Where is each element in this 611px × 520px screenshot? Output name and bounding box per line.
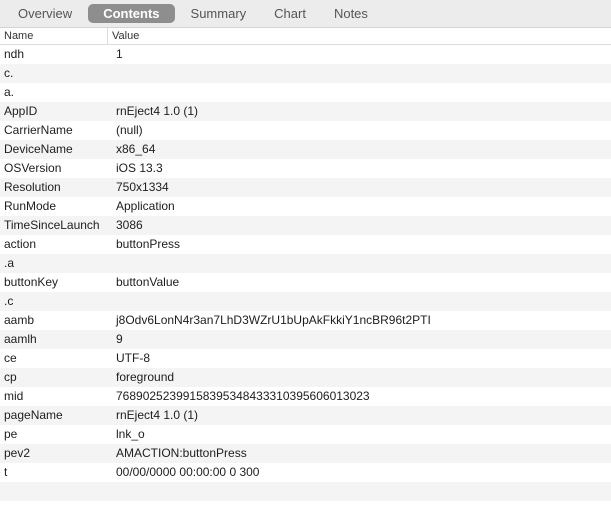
row-value-cell: buttonPress xyxy=(116,237,181,251)
table-row[interactable]: action buttonPress xyxy=(0,235,611,254)
row-value-cell: 750x1334 xyxy=(116,180,169,194)
row-value-cell: foreground xyxy=(116,370,175,384)
row-value-cell: 1 xyxy=(116,47,123,61)
tab-notes[interactable]: Notes xyxy=(322,4,380,23)
row-value-cell: (null) xyxy=(116,123,143,137)
table-row[interactable]: CarrierName (null) xyxy=(0,121,611,140)
table-row[interactable] xyxy=(0,482,611,501)
row-value-cell: lnk_o xyxy=(116,427,145,441)
row-value-cell: AMACTION:buttonPress xyxy=(116,446,247,460)
table-row[interactable]: .c xyxy=(0,292,611,311)
column-header-value[interactable]: Value xyxy=(108,28,611,44)
row-name-cell: RunMode xyxy=(4,199,57,213)
table-row[interactable]: pageName rnEject4 1.0 (1) xyxy=(0,406,611,425)
row-name-cell: .c xyxy=(4,294,14,308)
table-row[interactable]: a. xyxy=(0,83,611,102)
row-name-cell: a. xyxy=(4,85,15,99)
contents-table: ndh 1 c. a. AppID rnEject4 1.0 (1) CarrierName… xyxy=(0,45,611,520)
row-value-cell xyxy=(112,482,611,501)
row-value-cell: iOS 13.3 xyxy=(116,161,163,175)
table-header: Name Value xyxy=(0,28,611,45)
table-row[interactable]: OSVersion iOS 13.3 xyxy=(0,159,611,178)
row-name-cell: aamb xyxy=(4,313,35,327)
row-value-cell: 76890252399158395348433310395606013023 xyxy=(116,389,370,403)
table-row[interactable]: mid 7689025239915839534843331039560601302… xyxy=(0,387,611,406)
table-row[interactable]: RunMode Application xyxy=(0,197,611,216)
table-row[interactable]: ndh 1 xyxy=(0,45,611,64)
row-name-cell: mid xyxy=(4,389,24,403)
row-name-cell xyxy=(0,482,112,501)
row-value-cell: rnEject4 1.0 (1) xyxy=(116,408,199,422)
row-value-cell xyxy=(112,254,611,273)
row-name-cell: TimeSinceLaunch xyxy=(4,218,100,232)
tab-bar: Overview Contents Summary Chart Notes xyxy=(0,0,611,28)
row-name-cell: Resolution xyxy=(4,180,61,194)
row-value-cell xyxy=(112,64,611,83)
row-value-cell: rnEject4 1.0 (1) xyxy=(116,104,199,118)
table-row[interactable]: cp foreground xyxy=(0,368,611,387)
row-name-cell: c. xyxy=(4,66,14,80)
row-name-cell: .a xyxy=(4,256,15,270)
row-name-cell: pev2 xyxy=(4,446,31,460)
row-name-cell: pe xyxy=(4,427,18,441)
row-value-cell: Application xyxy=(116,199,175,213)
row-name-cell: ce xyxy=(4,351,17,365)
row-value-cell: UTF-8 xyxy=(116,351,150,365)
table-row[interactable]: AppID rnEject4 1.0 (1) xyxy=(0,102,611,121)
row-value-cell xyxy=(112,83,611,102)
row-name-cell: aamlh xyxy=(4,332,37,346)
table-row[interactable] xyxy=(0,501,611,520)
row-value-cell: 00/00/0000 00:00:00 0 300 xyxy=(116,465,260,479)
table-row[interactable]: .a xyxy=(0,254,611,273)
row-value-cell xyxy=(112,292,611,311)
row-value-cell: 3086 xyxy=(116,218,143,232)
row-name-cell: AppID xyxy=(4,104,38,118)
row-name-cell: pageName xyxy=(4,408,63,422)
table-row[interactable]: pev2 AMACTION:buttonPress xyxy=(0,444,611,463)
table-row[interactable]: Resolution 750x1334 xyxy=(0,178,611,197)
table-row[interactable]: TimeSinceLaunch 3086 xyxy=(0,216,611,235)
table-row[interactable]: c. xyxy=(0,64,611,83)
row-name-cell: t xyxy=(4,465,8,479)
table-row[interactable]: aamb j8Odv6LonN4r3an7LhD3WZrU1bUpAkFkkiY1… xyxy=(0,311,611,330)
row-name-cell: OSVersion xyxy=(4,161,62,175)
tab-chart[interactable]: Chart xyxy=(262,4,318,23)
table-row[interactable]: DeviceName x86_64 xyxy=(0,140,611,159)
tab-overview[interactable]: Overview xyxy=(6,4,84,23)
table-row[interactable]: ce UTF-8 xyxy=(0,349,611,368)
table-row[interactable]: buttonKey buttonValue xyxy=(0,273,611,292)
row-value-cell: buttonValue xyxy=(116,275,180,289)
row-value-cell: 9 xyxy=(116,332,123,346)
row-value-cell: x86_64 xyxy=(116,142,156,156)
row-name-cell: cp xyxy=(4,370,17,384)
tab-contents[interactable]: Contents xyxy=(88,4,175,23)
row-value-cell xyxy=(112,501,611,520)
row-value-cell: j8Odv6LonN4r3an7LhD3WZrU1bUpAkFkkiY1ncBR… xyxy=(116,313,431,327)
tab-summary[interactable]: Summary xyxy=(179,4,259,23)
row-name-cell: buttonKey xyxy=(4,275,59,289)
row-name-cell: DeviceName xyxy=(4,142,73,156)
row-name-cell: ndh xyxy=(4,47,25,61)
row-name-cell xyxy=(0,501,112,520)
row-name-cell: CarrierName xyxy=(4,123,73,137)
table-row[interactable]: t 00/00/0000 00:00:00 0 300 xyxy=(0,463,611,482)
table-row[interactable]: aamlh 9 xyxy=(0,330,611,349)
table-row[interactable]: pe lnk_o xyxy=(0,425,611,444)
column-header-name[interactable]: Name xyxy=(0,28,108,44)
row-name-cell: action xyxy=(4,237,37,251)
